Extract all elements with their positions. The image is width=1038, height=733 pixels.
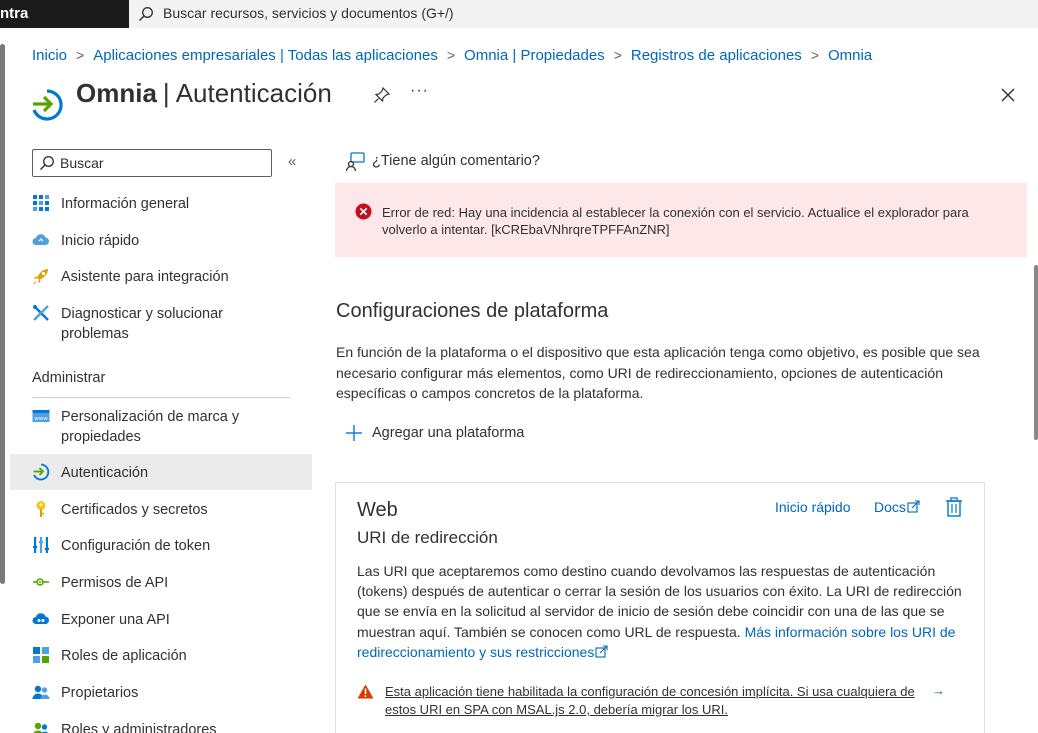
pin-icon[interactable] [373,86,391,104]
sidebar-item-overview[interactable]: Información general [10,192,312,216]
breadcrumb-app-registrations[interactable]: Registros de aplicaciones [631,47,802,64]
collapse-sidebar-button[interactable]: « [288,153,296,170]
sidebar-item-diagnose[interactable]: Diagnosticar y solucionar problemas [10,302,312,346]
api-permission-icon [33,578,49,586]
breadcrumb-omnia[interactable]: Omnia [828,47,872,64]
page-title-separator: | [162,78,170,108]
sidebar-item-token-config[interactable]: Configuración de token [10,534,312,558]
close-icon[interactable] [999,86,1017,104]
people-icon [32,685,50,699]
breadcrumb-enterprise-apps[interactable]: Aplicaciones empresariales | Todas las a… [93,47,438,64]
auth-arrow-icon [33,463,50,481]
sidebar-item-expose-api[interactable]: Exponer una API [10,608,312,632]
breadcrumb: Inicio > Aplicaciones empresariales | Toda… [32,47,872,64]
sidebar-item-roles-admins[interactable]: Roles y administradores [10,718,312,733]
sidebar-item-label: Inicio rápido [61,233,140,249]
top-bar: ntra Buscar recursos, servicios y docume… [0,0,1038,28]
platform-config-description: En función de la plataforma o el disposi… [336,344,980,401]
global-search-placeholder: Buscar recursos, servicios y documentos … [163,5,454,21]
error-banner: Error de red: Hay una incidencia al esta… [335,183,1027,257]
plus-icon [346,425,362,441]
warning-arrow-icon: → [932,683,945,698]
sidebar-item-quickstart[interactable]: Inicio rápido [10,229,312,253]
sidebar-item-branding[interactable]: www Personalización de marca y propiedad… [10,405,312,449]
redirect-uri-description: Las URI que aceptaremos como destino cua… [357,561,967,662]
card-title: Web [357,499,398,521]
sidebar-item-app-roles[interactable]: Roles de aplicación [10,644,312,668]
more-options-button[interactable]: ··· [410,82,429,100]
page-title-section: Autenticación [175,78,332,108]
sidebar-item-owners[interactable]: Propietarios [10,681,312,705]
left-scrollbar[interactable] [0,44,5,584]
key-icon [36,501,46,517]
rocket-icon [33,269,48,284]
sidebar-item-label: Roles de aplicación [61,648,187,664]
breadcrumb-home[interactable]: Inicio [32,47,67,64]
sidebar-item-label: Información general [61,196,190,212]
docs-label: Docs [874,499,906,515]
sidebar-item-integration-assistant[interactable]: Asistente para integración [10,265,312,289]
warning-icon [357,684,374,699]
sidebar-item-label: Exponer una API [61,612,170,628]
sidebar-section-manage: Administrar [32,370,106,386]
roles-grid-icon [33,647,49,663]
sidebar-item-authentication[interactable]: Autenticación [10,454,312,490]
authentication-app-icon [32,89,63,121]
wrench-icon [33,305,49,321]
add-platform-label: Agregar una plataforma [372,425,525,441]
cloud-icon [32,234,49,245]
main-scrollbar[interactable] [1034,265,1038,440]
sidebar-item-label: Asistente para integración [61,269,229,285]
www-icon: www [32,410,50,422]
sidebar-item-label: Roles y administradores [61,722,217,733]
sidebar-item-label: Personalización de marca y propiedades [61,409,240,445]
svg-text:www: www [34,416,48,422]
sidebar-search-input[interactable]: Buscar [32,149,272,177]
error-message: Error de red: Hay una incidencia al esta… [382,205,969,237]
cloud-api-icon [32,613,49,624]
sidebar-item-api-permissions[interactable]: Permisos de API [10,571,312,595]
sidebar-divider [32,397,290,398]
quickstart-link[interactable]: Inicio rápido [775,499,851,515]
platform-config-title: Configuraciones de plataforma [336,300,609,322]
error-icon [355,203,372,220]
web-platform-card: Web URI de redirección Inicio rápido Doc… [335,482,985,733]
sidebar-item-certificates[interactable]: Certificados y secretos [10,498,312,522]
page-title: Omnia | Autenticación [76,78,332,109]
card-subtitle: URI de redirección [357,528,498,547]
feedback-icon [345,152,365,172]
feedback-label: ¿Tiene algún comentario? [372,153,540,169]
sidebar-item-label: Diagnosticar y solucionar problemas [61,306,223,342]
warning-text: Esta aplicación tiene habilitada la conf… [385,684,915,717]
docs-link[interactable]: Docs [874,499,920,515]
external-link-icon [907,500,920,513]
page-title-app: Omnia [76,78,157,108]
search-icon [139,7,153,21]
search-icon [40,156,54,170]
admin-people-icon [33,722,49,733]
breadcrumb-separator: > [810,47,819,63]
brand-name: ntra [0,5,29,22]
breadcrumb-separator: > [76,47,85,63]
global-search-input[interactable]: Buscar recursos, servicios y documentos … [129,0,1038,28]
grid-icon [33,195,49,211]
breadcrumb-separator: > [613,47,622,63]
breadcrumb-omnia-properties[interactable]: Omnia | Propiedades [464,47,605,64]
delete-icon[interactable] [945,497,963,517]
sidebar-search-placeholder: Buscar [60,155,104,171]
sidebar-item-label: Certificados y secretos [61,502,208,518]
token-bars-icon [33,537,49,553]
sidebar-item-label: Configuración de token [61,538,211,554]
breadcrumb-separator: > [446,47,456,63]
sidebar-item-label: Permisos de API [61,575,169,591]
external-link-icon [595,645,608,658]
sidebar-item-label: Autenticación [61,465,149,481]
sidebar-item-label: Propietarios [61,685,139,701]
